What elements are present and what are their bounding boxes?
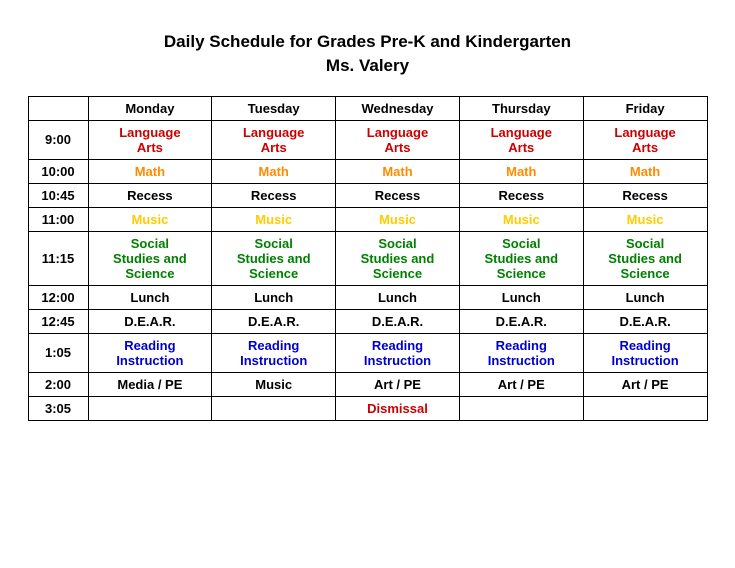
schedule-cell: D.E.A.R.: [583, 309, 707, 333]
schedule-cell: Art / PE: [459, 372, 583, 396]
table-row: 10:45RecessRecessRecessRecessRecess: [28, 183, 707, 207]
time-cell: 10:45: [28, 183, 88, 207]
schedule-cell: Recess: [212, 183, 336, 207]
schedule-cell: D.E.A.R.: [88, 309, 212, 333]
table-row: 2:00Media / PEMusicArt / PEArt / PEArt /…: [28, 372, 707, 396]
schedule-cell: SocialStudies andScience: [88, 231, 212, 285]
schedule-cell: SocialStudies andScience: [459, 231, 583, 285]
schedule-cell: Lunch: [336, 285, 460, 309]
schedule-cell: LanguageArts: [583, 120, 707, 159]
schedule-cell: Lunch: [583, 285, 707, 309]
schedule-cell: Math: [583, 159, 707, 183]
schedule-cell: Music: [583, 207, 707, 231]
table-row: 3:05 Dismissal: [28, 396, 707, 420]
schedule-cell: Math: [336, 159, 460, 183]
time-cell: 12:00: [28, 285, 88, 309]
schedule-cell: SocialStudies andScience: [212, 231, 336, 285]
header-time: [28, 96, 88, 120]
time-cell: 12:45: [28, 309, 88, 333]
schedule-cell: LanguageArts: [88, 120, 212, 159]
time-cell: 10:00: [28, 159, 88, 183]
title-line1: Daily Schedule for Grades Pre-K and Kind…: [164, 32, 571, 51]
schedule-cell: ReadingInstruction: [88, 333, 212, 372]
schedule-cell: Music: [336, 207, 460, 231]
time-cell: 9:00: [28, 120, 88, 159]
header-tuesday: Tuesday: [212, 96, 336, 120]
time-cell: 11:15: [28, 231, 88, 285]
time-cell: 1:05: [28, 333, 88, 372]
schedule-cell: Recess: [336, 183, 460, 207]
schedule-cell: ReadingInstruction: [583, 333, 707, 372]
schedule-cell: ReadingInstruction: [212, 333, 336, 372]
table-row: 10:00MathMathMathMathMath: [28, 159, 707, 183]
schedule-cell: Lunch: [212, 285, 336, 309]
schedule-cell: [212, 396, 336, 420]
table-row: 9:00LanguageArtsLanguageArtsLanguageArts…: [28, 120, 707, 159]
table-row: 11:00MusicMusicMusicMusicMusic: [28, 207, 707, 231]
schedule-cell: Music: [459, 207, 583, 231]
page-title: Daily Schedule for Grades Pre-K and Kind…: [164, 30, 571, 78]
schedule-cell: Art / PE: [583, 372, 707, 396]
schedule-cell: Math: [459, 159, 583, 183]
schedule-cell: ReadingInstruction: [336, 333, 460, 372]
schedule-cell: Music: [88, 207, 212, 231]
schedule-table: Monday Tuesday Wednesday Thursday Friday…: [28, 96, 708, 421]
schedule-cell: Lunch: [459, 285, 583, 309]
schedule-cell: Math: [212, 159, 336, 183]
schedule-cell: SocialStudies andScience: [583, 231, 707, 285]
header-thursday: Thursday: [459, 96, 583, 120]
schedule-cell: LanguageArts: [336, 120, 460, 159]
schedule-cell: Recess: [88, 183, 212, 207]
schedule-cell: Dismissal: [336, 396, 460, 420]
schedule-cell: [583, 396, 707, 420]
schedule-cell: Media / PE: [88, 372, 212, 396]
table-row: 1:05ReadingInstructionReadingInstruction…: [28, 333, 707, 372]
table-row: 12:00LunchLunchLunchLunchLunch: [28, 285, 707, 309]
schedule-cell: LanguageArts: [212, 120, 336, 159]
schedule-cell: Recess: [583, 183, 707, 207]
header-monday: Monday: [88, 96, 212, 120]
header-friday: Friday: [583, 96, 707, 120]
schedule-cell: LanguageArts: [459, 120, 583, 159]
schedule-cell: D.E.A.R.: [459, 309, 583, 333]
schedule-cell: [459, 396, 583, 420]
schedule-cell: Math: [88, 159, 212, 183]
schedule-cell: D.E.A.R.: [336, 309, 460, 333]
header-row: Monday Tuesday Wednesday Thursday Friday: [28, 96, 707, 120]
schedule-cell: ReadingInstruction: [459, 333, 583, 372]
header-wednesday: Wednesday: [336, 96, 460, 120]
schedule-cell: D.E.A.R.: [212, 309, 336, 333]
schedule-cell: Recess: [459, 183, 583, 207]
schedule-cell: [88, 396, 212, 420]
schedule-cell: Music: [212, 372, 336, 396]
schedule-cell: SocialStudies andScience: [336, 231, 460, 285]
time-cell: 2:00: [28, 372, 88, 396]
schedule-cell: Lunch: [88, 285, 212, 309]
schedule-cell: Music: [212, 207, 336, 231]
table-row: 11:15SocialStudies andScienceSocialStudi…: [28, 231, 707, 285]
time-cell: 11:00: [28, 207, 88, 231]
table-row: 12:45D.E.A.R.D.E.A.R.D.E.A.R.D.E.A.R.D.E…: [28, 309, 707, 333]
schedule-cell: Art / PE: [336, 372, 460, 396]
title-line2: Ms. Valery: [326, 56, 409, 75]
time-cell: 3:05: [28, 396, 88, 420]
